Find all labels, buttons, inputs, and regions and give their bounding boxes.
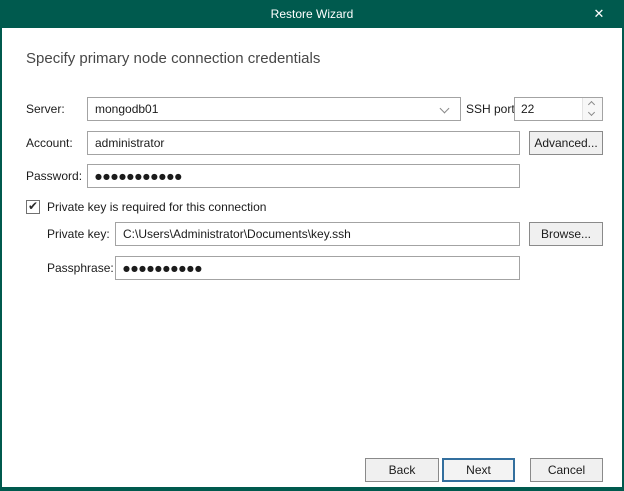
server-combobox[interactable]: mongodb01 bbox=[87, 97, 461, 121]
spinner-up-icon[interactable] bbox=[583, 98, 602, 109]
account-input[interactable] bbox=[87, 131, 520, 155]
server-label: Server: bbox=[26, 102, 65, 116]
account-label: Account: bbox=[26, 136, 73, 150]
private-key-label: Private key: bbox=[47, 227, 110, 241]
restore-wizard-window: Restore Wizard ✕ Specify primary node co… bbox=[0, 0, 624, 491]
password-input[interactable] bbox=[87, 164, 520, 188]
titlebar: Restore Wizard ✕ bbox=[0, 0, 624, 28]
browse-button[interactable]: Browse... bbox=[529, 222, 603, 246]
password-label: Password: bbox=[26, 169, 83, 183]
back-button[interactable]: Back bbox=[365, 458, 439, 482]
private-key-input[interactable] bbox=[115, 222, 520, 246]
advanced-button[interactable]: Advanced... bbox=[529, 131, 603, 155]
cancel-button[interactable]: Cancel bbox=[530, 458, 603, 482]
next-button[interactable]: Next bbox=[442, 458, 515, 482]
private-key-checkbox[interactable]: ✔ bbox=[26, 200, 40, 214]
chevron-down-icon[interactable] bbox=[439, 103, 450, 114]
page-title: Specify primary node connection credenti… bbox=[26, 50, 321, 67]
server-value: mongodb01 bbox=[95, 102, 159, 116]
private-key-checkbox-label[interactable]: Private key is required for this connect… bbox=[47, 200, 266, 215]
passphrase-label: Passphrase: bbox=[47, 261, 114, 275]
spinner-arrows bbox=[582, 98, 602, 120]
ssh-port-label: SSH port: bbox=[466, 102, 519, 116]
checkmark-icon: ✔ bbox=[27, 199, 39, 213]
spinner-down-icon[interactable] bbox=[583, 108, 602, 120]
ssh-port-input[interactable] bbox=[515, 98, 582, 120]
ssh-port-stepper bbox=[514, 97, 603, 121]
close-icon[interactable]: ✕ bbox=[588, 0, 610, 28]
passphrase-input[interactable] bbox=[115, 256, 520, 280]
window-title: Restore Wizard bbox=[270, 7, 354, 21]
